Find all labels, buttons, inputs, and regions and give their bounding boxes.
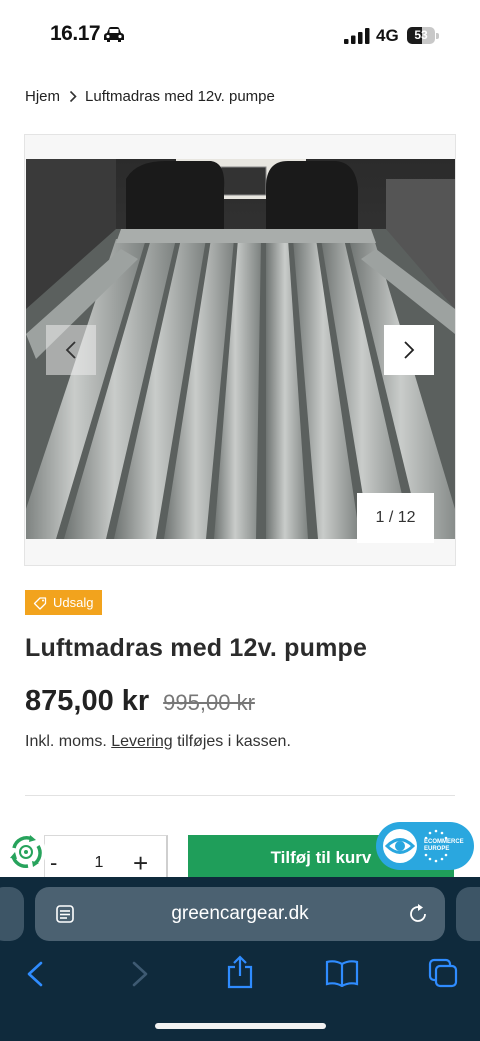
- sale-badge: Udsalg: [25, 590, 103, 615]
- battery-percentage: 53: [414, 28, 428, 42]
- car-icon: [104, 27, 124, 42]
- ecommerce-europe-badge[interactable]: ECOMMERCE EUROPE: [376, 822, 474, 870]
- sale-badge-label: Udsalg: [53, 595, 94, 610]
- back-icon[interactable]: [25, 961, 45, 987]
- forward-icon[interactable]: [130, 961, 150, 987]
- quantity-increase-button[interactable]: +: [133, 848, 148, 879]
- bookmarks-icon[interactable]: [325, 959, 359, 987]
- battery-tip: [436, 33, 439, 39]
- divider: [25, 795, 455, 796]
- quantity-stepper: - 1 +: [44, 835, 168, 881]
- tax-note-suffix: tilføjes i kassen.: [177, 733, 291, 750]
- gallery-next-button[interactable]: [384, 325, 434, 375]
- breadcrumb-current: Luftmadras med 12v. pumpe: [85, 88, 275, 105]
- ecommerce-badge-line1: ECOMMERCE: [424, 839, 464, 845]
- ecommerce-badge-line2: EUROPE: [424, 846, 450, 852]
- quantity-decrease-button[interactable]: -: [50, 850, 57, 876]
- price-row: 875,00 kr 995,00 kr: [25, 685, 255, 718]
- cellular-signal-icon: [344, 28, 370, 44]
- next-tab-preview[interactable]: [456, 887, 480, 941]
- tag-icon: [33, 596, 47, 610]
- current-price: 875,00 kr: [25, 685, 150, 717]
- chevron-right-icon: [404, 341, 415, 359]
- status-time: 16.17: [50, 22, 101, 45]
- tabs-icon[interactable]: [428, 958, 458, 988]
- recycle-badge[interactable]: [6, 832, 46, 872]
- gallery-counter: 1 / 12: [357, 493, 434, 543]
- gallery-prev-button[interactable]: [46, 325, 96, 375]
- reload-icon[interactable]: [407, 903, 429, 925]
- battery-icon: 53: [407, 27, 435, 44]
- breadcrumb-home-link[interactable]: Hjem: [25, 88, 60, 105]
- share-icon[interactable]: [226, 955, 254, 989]
- product-title: Luftmadras med 12v. pumpe: [25, 634, 368, 662]
- quantity-input[interactable]: 1: [89, 854, 109, 872]
- status-bar: 16.17 4G 53: [0, 0, 480, 72]
- recycle-icon: [10, 835, 42, 868]
- home-indicator[interactable]: [155, 1023, 326, 1029]
- chevron-left-icon: [65, 341, 76, 359]
- browser-toolbar: greencargear.dk: [0, 877, 480, 1041]
- original-price: 995,00 kr: [163, 690, 255, 715]
- url-text: greencargear.dk: [171, 903, 309, 924]
- chevron-right-icon: [69, 90, 77, 103]
- shipping-link[interactable]: Levering: [111, 733, 172, 750]
- network-type: 4G: [376, 26, 399, 45]
- previous-tab-preview[interactable]: [0, 887, 24, 941]
- tax-note-prefix: Inkl. moms.: [25, 733, 107, 750]
- breadcrumb: Hjem Luftmadras med 12v. pumpe: [25, 88, 275, 105]
- tax-note: Inkl. moms. Levering tilføjes i kassen.: [25, 733, 291, 751]
- address-bar[interactable]: greencargear.dk: [35, 887, 445, 941]
